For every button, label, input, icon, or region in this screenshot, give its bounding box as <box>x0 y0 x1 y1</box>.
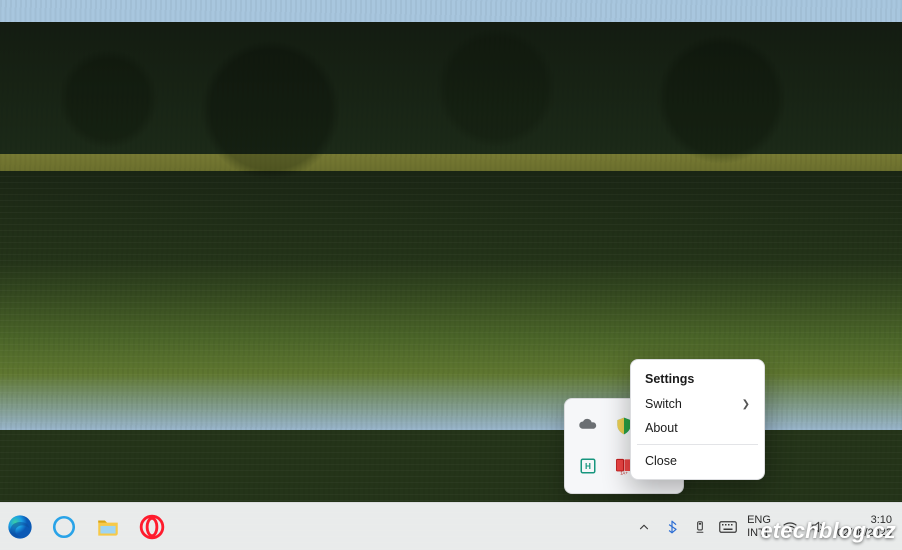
taskbar-app-file-explorer[interactable] <box>88 507 128 547</box>
touch-keyboard-icon[interactable] <box>719 518 737 536</box>
keyboard-layout: INTL <box>747 527 771 540</box>
context-menu-item-close[interactable]: Close <box>631 449 764 473</box>
context-menu-label: Close <box>645 454 677 468</box>
clock[interactable]: 3:10 02/08/2023 <box>837 514 896 540</box>
svg-text:H: H <box>585 462 591 471</box>
bluetooth-icon[interactable] <box>663 518 681 536</box>
taskbar-pinned-apps <box>6 507 172 547</box>
taskbar: ENG INTL 3:10 02/08/2023 <box>0 502 902 550</box>
tray-context-menu: Settings Switch ❯ About Close <box>630 359 765 480</box>
chevron-up-icon[interactable] <box>635 518 653 536</box>
language-code: ENG <box>747 514 771 527</box>
hwinfo-icon[interactable]: H <box>574 452 602 480</box>
chevron-right-icon: ❯ <box>742 399 750 410</box>
volume-icon[interactable] <box>809 518 827 536</box>
context-menu-item-switch[interactable]: Switch ❯ <box>631 392 764 416</box>
svg-text:1A+: 1A+ <box>620 470 628 475</box>
context-menu-label: Switch <box>645 397 682 411</box>
desktop-wallpaper <box>0 0 902 550</box>
context-menu-item-about[interactable]: About <box>631 416 764 440</box>
clock-date: 02/08/2023 <box>837 527 892 540</box>
onedrive-icon[interactable] <box>574 412 602 440</box>
system-tray: ENG INTL 3:10 02/08/2023 <box>635 514 896 540</box>
taskbar-app-edge[interactable] <box>0 507 40 547</box>
context-menu-header: Settings <box>631 366 764 392</box>
context-menu-label: About <box>645 421 678 435</box>
clock-time: 3:10 <box>837 514 892 527</box>
usb-eject-icon[interactable] <box>691 518 709 536</box>
language-indicator[interactable]: ENG INTL <box>747 514 771 540</box>
taskbar-app-opera[interactable] <box>132 507 172 547</box>
wifi-icon[interactable] <box>781 518 799 536</box>
context-menu-separator <box>637 444 758 445</box>
taskbar-app-cortana[interactable] <box>44 507 84 547</box>
